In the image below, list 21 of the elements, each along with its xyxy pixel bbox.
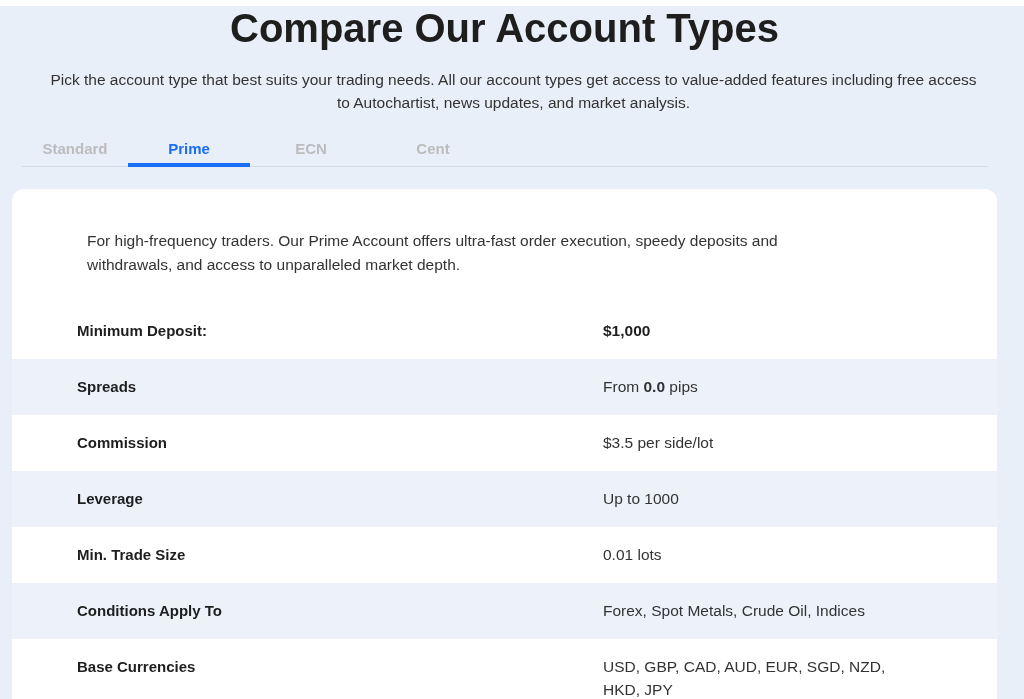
row-value: Forex, Spot Metals, Crude Oil, Indices [603,601,866,621]
page-title: Compare Our Account Types [229,6,780,50]
row-label: Min. Trade Size [77,546,187,563]
row-label: Conditions Apply To [77,602,223,619]
row-value: From 0.0 pips [603,377,699,397]
row-label: Leverage [77,490,144,507]
row-label: Spreads [77,378,138,395]
account-tab[interactable]: Standard [22,134,128,167]
row-value: 0.01 lots [603,545,663,565]
page-subtitle: Pick the account type that best suits your trading needs. All our account types get access to value-added features including free access to Autochartist, news updates, and market analysis. [49,70,978,113]
account-tab[interactable]: Cent [372,134,494,167]
row-label: Commission [77,434,168,451]
row-label: Base Currencies [77,658,197,675]
row-value: $1,000 [603,321,652,341]
account-description: For high-frequency traders. Our Prime Account offers ultra-fast order execution, speedy deposits and withdrawals, and access to unparalleled market depth. [87,231,779,275]
row-value: $3.5 per side/lot [603,433,715,453]
account-tab[interactable]: ECN [250,134,372,167]
row-value: USD, GBP, CAD, AUD, EUR, SGD, NZD, HKD, JPY [603,657,887,699]
row-value: Up to 1000 [603,489,680,509]
row-label: Minimum Deposit: [77,322,208,339]
account-tab[interactable]: Prime [128,134,250,167]
